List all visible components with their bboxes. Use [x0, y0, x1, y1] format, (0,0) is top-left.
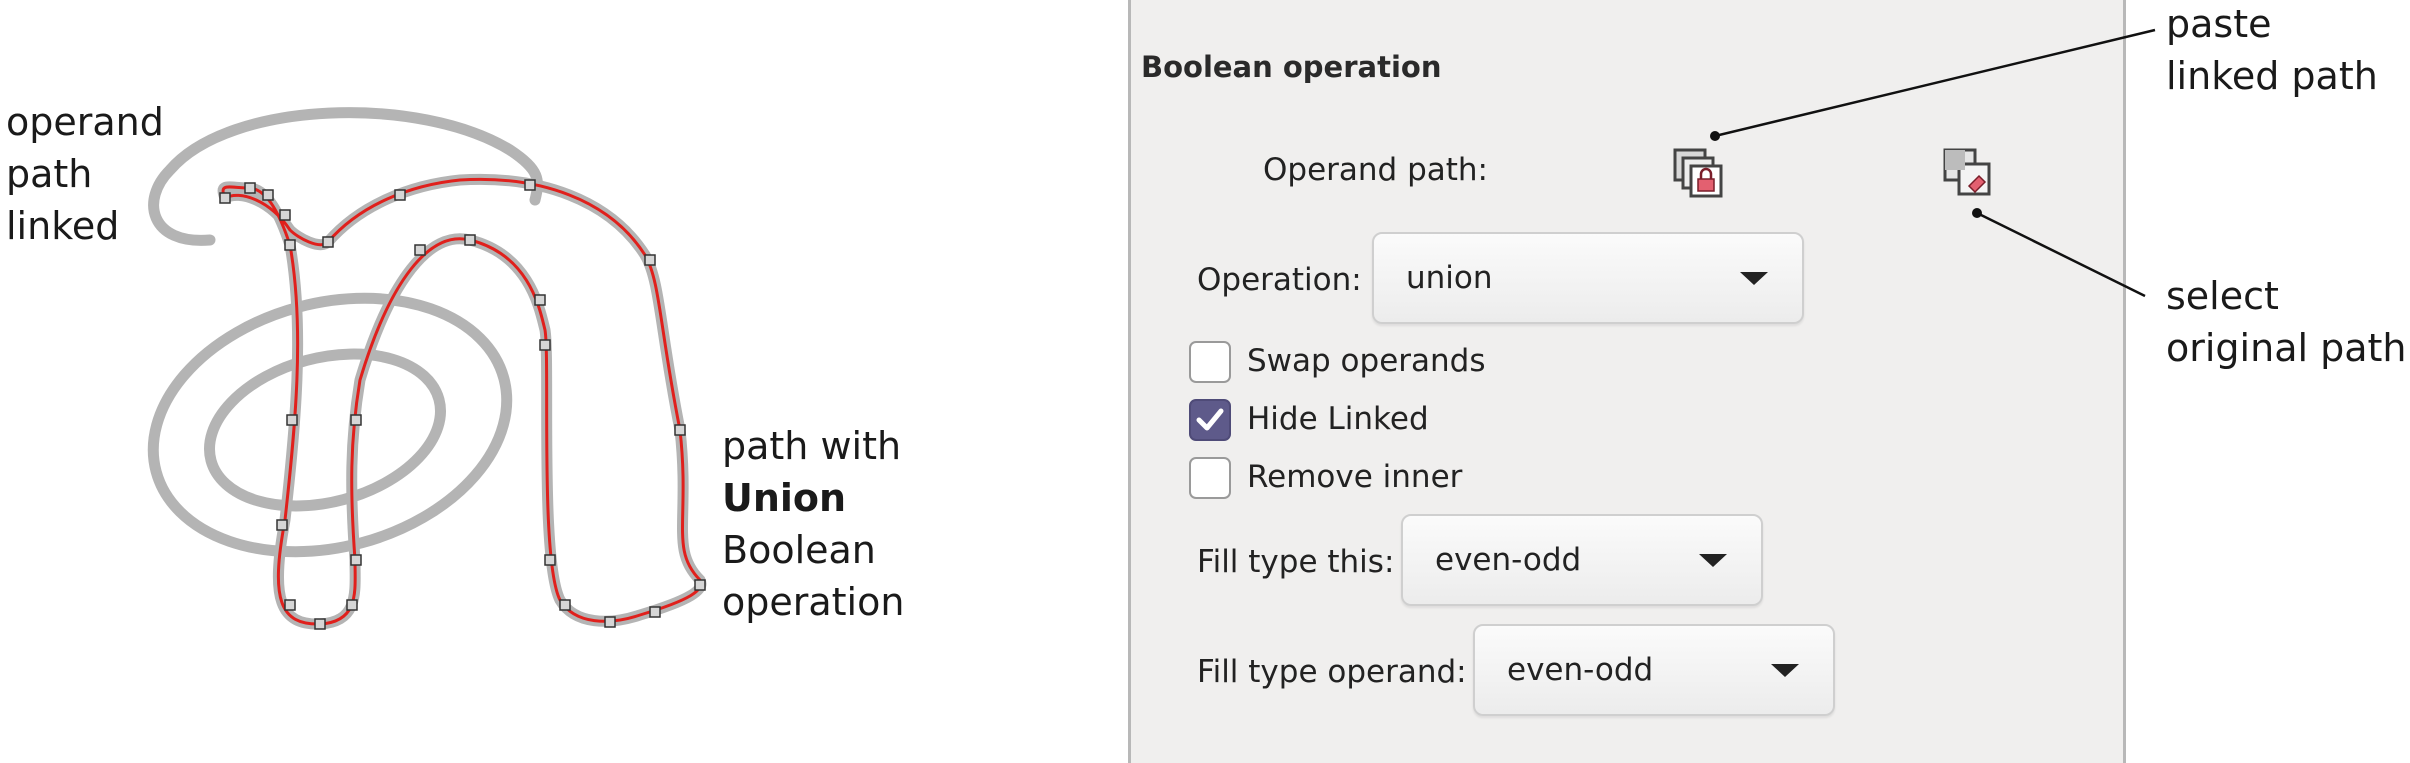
swap-operands-checkbox[interactable]: Swap operands [1189, 341, 1509, 387]
operation-dropdown[interactable]: union [1372, 232, 1804, 324]
result-note: path with Union Boolean operation [722, 424, 905, 624]
checkmark-icon [1196, 408, 1224, 431]
boolean-union-illustration [147, 107, 707, 630]
path-node [346, 599, 358, 611]
path-node [539, 339, 551, 351]
path-node [219, 192, 231, 204]
remove-inner-checkbox[interactable]: Remove inner [1189, 457, 1509, 503]
path-node [649, 606, 661, 618]
path-node [464, 234, 476, 246]
path-node [279, 209, 291, 221]
path-node [604, 616, 616, 628]
checkbox-label: Swap operands [1247, 343, 1486, 379]
chevron-down-icon [1771, 664, 1799, 677]
path-node [524, 179, 536, 191]
path-node [284, 239, 296, 251]
path-node [276, 519, 288, 531]
boolean-operation-panel: Boolean operation Operand path: Operatio… [1128, 0, 2126, 763]
operand-note: operand path linked [6, 100, 164, 248]
path-node [674, 424, 686, 436]
fill-type-this-dropdown[interactable]: even-odd [1401, 514, 1763, 606]
operation-label: Operation: [1197, 262, 1362, 298]
operand-path-label: Operand path: [1263, 152, 1488, 188]
paste-linked-path-icon[interactable] [1671, 146, 1725, 200]
path-node [559, 599, 571, 611]
fill-type-this-label: Fill type this: [1197, 544, 1395, 580]
chevron-down-icon [1740, 272, 1768, 285]
path-node [414, 244, 426, 256]
path-node [394, 189, 406, 201]
path-node [284, 599, 296, 611]
path-node [694, 579, 706, 591]
checkbox-box[interactable] [1189, 341, 1231, 383]
operation-value: union [1406, 260, 1493, 296]
path-node [350, 554, 362, 566]
path-node [314, 618, 326, 630]
path-node [644, 254, 656, 266]
fill-type-operand-value: even-odd [1507, 652, 1654, 688]
fill-type-this-value: even-odd [1435, 542, 1582, 578]
path-node [262, 189, 274, 201]
checkbox-box[interactable] [1189, 399, 1231, 441]
chevron-down-icon [1699, 554, 1727, 567]
hide-linked-checkbox[interactable]: Hide Linked [1189, 399, 1509, 445]
paste-callout: paste linked path [2166, 2, 2378, 98]
path-node [544, 554, 556, 566]
select-callout: select original path [2166, 274, 2407, 370]
path-node [322, 236, 334, 248]
checkbox-box[interactable] [1189, 457, 1231, 499]
path-node [286, 414, 298, 426]
fill-type-operand-dropdown[interactable]: even-odd [1473, 624, 1835, 716]
checkbox-label: Remove inner [1247, 459, 1463, 495]
fill-type-operand-label: Fill type operand: [1197, 654, 1467, 690]
checkbox-label: Hide Linked [1247, 401, 1429, 437]
path-node [244, 182, 256, 194]
panel-title: Boolean operation [1141, 50, 1442, 84]
path-node [350, 414, 362, 426]
path-node [534, 294, 546, 306]
select-original-path-icon[interactable] [1941, 146, 1995, 200]
